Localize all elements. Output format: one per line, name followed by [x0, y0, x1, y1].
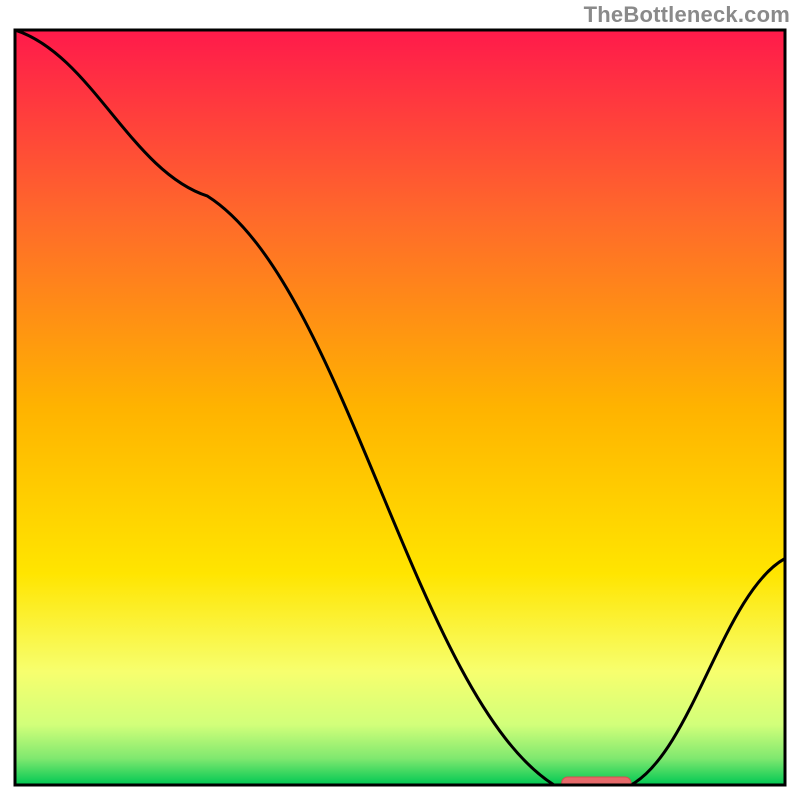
watermark-text: TheBottleneck.com [584, 2, 790, 28]
chart-container: TheBottleneck.com [0, 0, 800, 800]
gradient-background [15, 30, 785, 785]
bottleneck-chart [0, 0, 800, 800]
optimal-range-marker [562, 777, 631, 789]
